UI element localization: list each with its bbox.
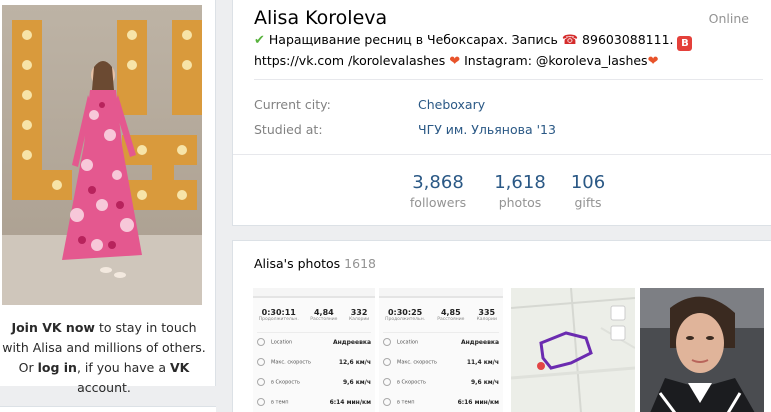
left-next-card [0,406,216,412]
vk-brand-text: VK [169,360,190,375]
photo-thumbnail[interactable] [511,288,635,412]
stat-max-value: 11,4 км/ч [466,358,499,366]
stat-line: Макс. скорость 12,6 км/ч [257,358,371,366]
stat-calories-label: Калории [348,317,370,322]
page-title: Alisa Koroleva [254,7,388,29]
divider [254,79,763,80]
photos-label: photos [498,195,542,210]
stats-summary: 0:30:11 Продолжительн. 4,84 Расстояние 332… [253,308,375,322]
join-text-part2: , if you have a [76,360,170,375]
status-vk-link[interactable]: https://vk.com /korolevalashes [254,53,449,68]
photo-thumbnail[interactable]: 0:30:25 Продолжительн. 4,85 Расстояние 335… [379,288,503,412]
speed-icon [257,378,265,386]
pace-icon [383,398,391,406]
stat-pace-label: в темп [271,399,289,406]
stat-distance-label: Расстояние [437,317,465,322]
stat-avg-value: 9,6 км/ч [342,378,371,386]
profile-avatar-photo[interactable] [2,5,202,305]
stat-line: Location Андреевка [257,338,371,346]
current-city-link[interactable]: Cheboxary [418,97,485,112]
stat-max-value: 12,6 км/ч [338,358,371,366]
stat-calories-label: Калории [476,317,497,322]
profile-info-card: Alisa Koroleva Online ✔ Наращивание ресн… [232,0,771,226]
online-status: Online [708,11,749,26]
selfie-image [640,288,764,412]
photos-count: 1,618 [494,172,546,193]
photos-title-label: Alisa's photos [254,256,341,271]
status-instagram: Instagram: @koroleva_lashes [460,53,648,68]
stat-pace-value: 6:16 мин/км [457,398,499,406]
photo-thumbnail[interactable]: 0:30:11 Продолжительн. 4,84 Расстояние 332… [253,288,375,412]
status-phone: 89603088111. [578,32,678,47]
gifts-counter[interactable]: 106 gifts [563,172,613,212]
speed-icon [383,358,391,366]
gifts-label: gifts [574,195,602,210]
divider [257,332,371,333]
b-letter-icon: B [677,36,693,51]
divider [233,154,771,155]
stat-line: Location Андреевка [383,338,499,346]
vk-profile-page: Join VK now to stay in touch with Alisa … [0,0,771,412]
stat-pace-value: 6:14 мин/км [329,398,371,406]
stat-avg-label: в Скорость [271,379,300,386]
followers-counter[interactable]: 3,868 followers [403,172,473,212]
studied-at-link[interactable]: ЧГУ им. Ульянова '13 [418,122,556,137]
stat-distance: 4,84 [313,308,334,317]
check-icon: ✔ [254,33,265,48]
stat-max-label: Макс. скорость [271,359,311,366]
stat-line: Макс. скорость 11,4 км/ч [383,358,499,366]
photos-card: Alisa's photos 1618 0:30:11 Продолжительн.… [232,240,771,412]
join-vk-text: Join VK now to stay in touch with Alisa … [0,318,208,398]
stat-max-label: Макс. скорость [397,359,437,366]
stat-location-label: Location [271,339,293,346]
heart-icon: ❤ [449,54,461,69]
photo-thumbnail[interactable] [640,288,764,412]
stats-summary: 0:30:25 Продолжительн. 4,85 Расстояние 335… [379,308,503,322]
stat-line: в Скорость 9,6 км/ч [383,378,499,386]
stat-time: 0:30:25 [387,308,423,317]
photos-title-count: 1618 [344,256,376,271]
stat-location-value: Андреевка [333,338,371,346]
speed-icon [383,378,391,386]
stat-location-label: Location [397,339,419,346]
login-link[interactable]: log in [38,360,77,375]
phone-icon: ☎ [561,33,579,48]
stats-header-bar [379,288,503,298]
location-icon [383,338,391,346]
stat-distance-label: Расстояние [310,317,338,322]
stat-calories: 335 [478,308,496,317]
left-column-card: Join VK now to stay in touch with Alisa … [0,0,216,395]
avatar-image [2,5,202,305]
stat-avg-label: в Скорость [397,379,426,386]
status-text-part1: Наращивание ресниц в Чебоксарах. Запись [264,32,562,47]
stats-header-bar [253,288,375,298]
divider [383,332,499,333]
stat-location-value: Андреевка [461,338,499,346]
gifts-count: 106 [570,172,606,193]
followers-count: 3,868 [412,172,464,193]
studied-at-label: Studied at: [254,122,323,137]
photos-section-title[interactable]: Alisa's photos 1618 [254,256,376,271]
followers-label: followers [409,195,467,210]
stat-time-label: Продолжительн. [258,317,299,322]
stat-line: в темп 6:14 мин/км [257,398,371,406]
map-route-image [511,288,635,412]
current-city-label: Current city: [254,97,331,112]
location-icon [257,338,265,346]
stat-line: в темп 6:16 мин/км [383,398,499,406]
stat-calories: 332 [350,308,368,317]
pace-icon [257,398,265,406]
stat-pace-label: в темп [397,399,415,406]
photos-counter[interactable]: 1,618 photos [485,172,555,212]
join-vk-link[interactable]: Join VK now [11,320,95,335]
join-text-part3: account. [77,380,131,395]
stat-time-label: Продолжительн. [385,317,426,322]
stat-line: в Скорость 9,6 км/ч [257,378,371,386]
profile-status-text: ✔ Наращивание ресниц в Чебоксарах. Запис… [254,30,769,71]
stat-avg-value: 9,6 км/ч [470,378,499,386]
speed-icon [257,358,265,366]
stat-time: 0:30:11 [261,308,296,317]
stat-distance: 4,85 [440,308,461,317]
heart-icon: ❤ [647,54,659,69]
